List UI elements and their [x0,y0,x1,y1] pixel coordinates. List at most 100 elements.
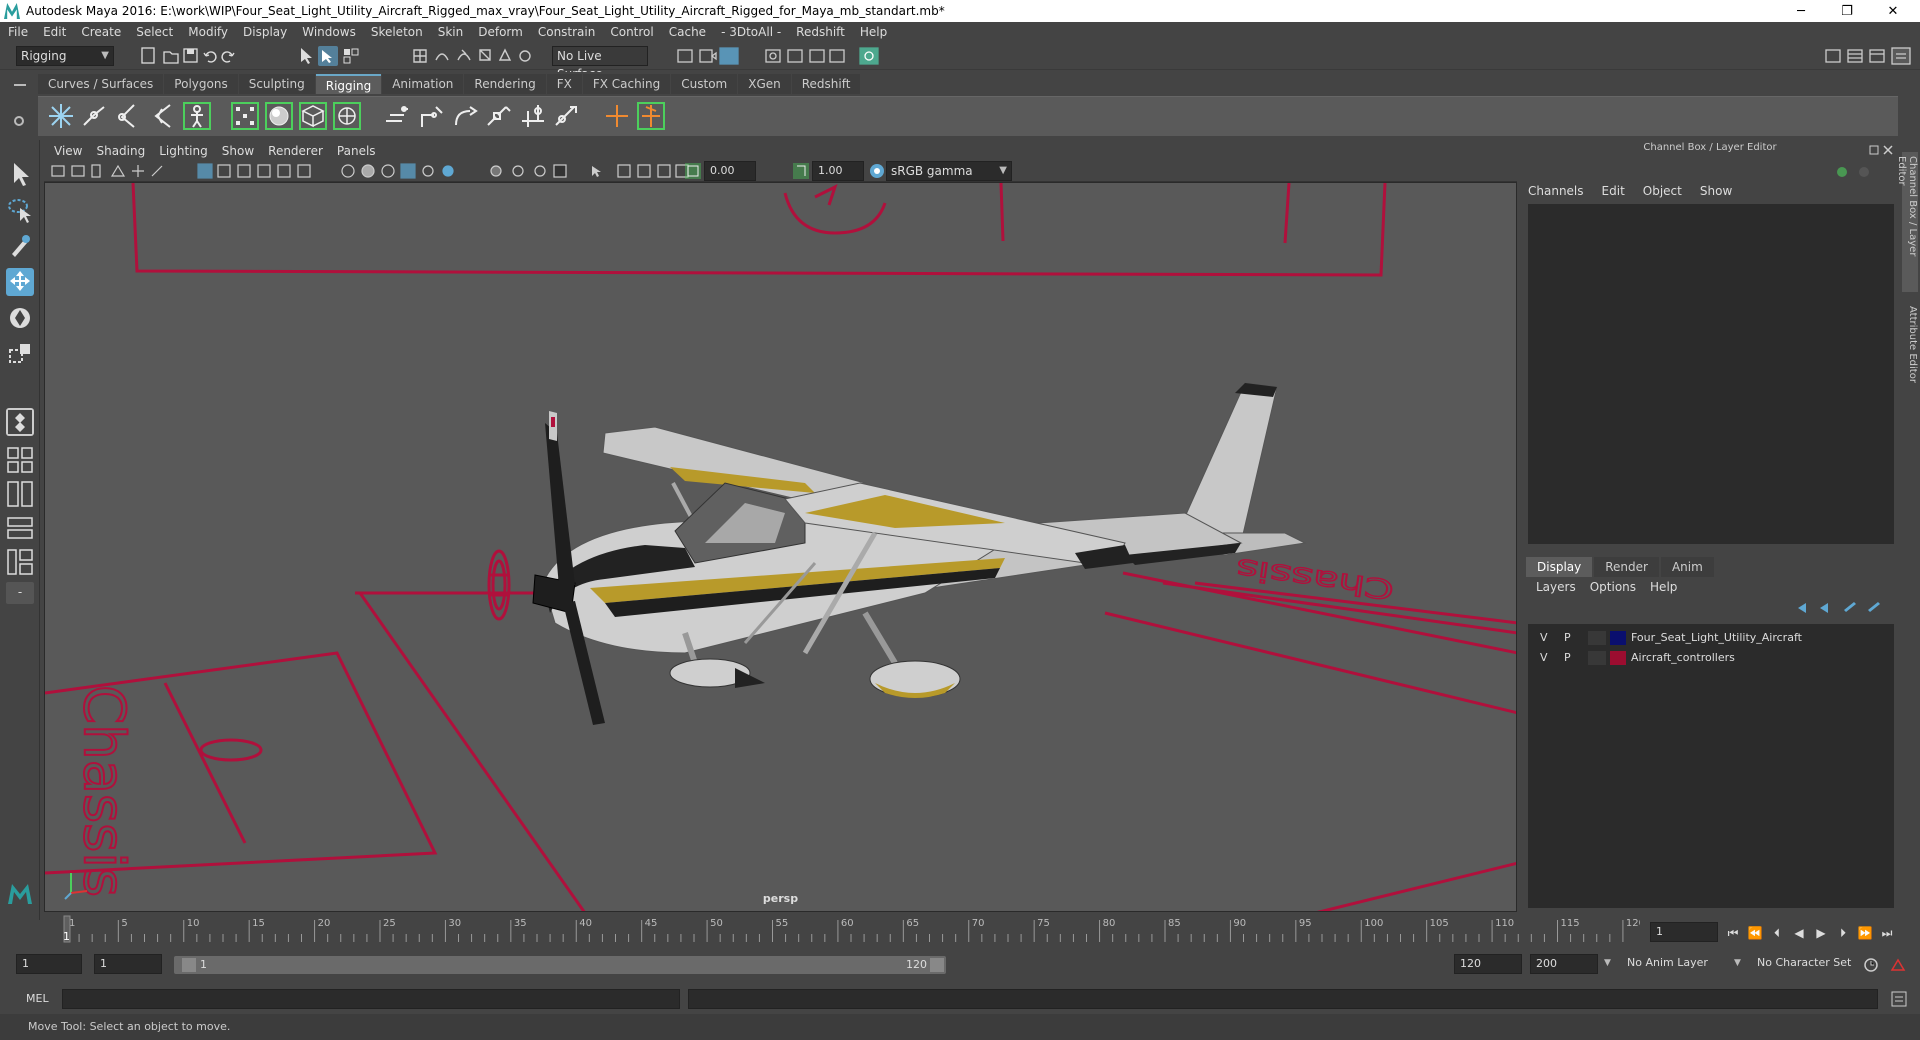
layer-action-icons[interactable] [1796,600,1886,616]
skin-bind-icon[interactable] [230,101,260,131]
snap-icons[interactable] [412,46,542,66]
range-slider[interactable]: 1 120 [174,956,946,974]
panel-menu-lighting[interactable]: Lighting [159,144,208,158]
layer-name[interactable]: Four_Seat_Light_Utility_Aircraft [1631,631,1802,644]
shelf-tab-rigging[interactable]: Rigging [315,74,382,94]
layer-playback-toggle[interactable]: P [1564,631,1571,644]
panel-menu-panels[interactable]: Panels [337,144,376,158]
shelf-settings-icon[interactable] [14,116,24,126]
channel-box-area[interactable] [1528,204,1894,544]
exposure-field[interactable]: 0.00 [704,161,756,181]
panel-toolbar-icons[interactable] [50,162,690,180]
go-to-end-button[interactable]: ⏭ [1878,924,1896,942]
live-surface-field[interactable]: No Live Surface [552,46,648,81]
panel-menu-show[interactable]: Show [222,144,254,158]
layer-visibility-toggle[interactable]: V [1540,631,1548,644]
character-set-dropdown[interactable]: No Character Set [1752,954,1862,974]
current-frame-field[interactable]: 1 [1650,922,1718,942]
shelf-tab-polygons[interactable]: Polygons [164,74,238,94]
layer-row[interactable]: V P Aircraft_controllers [1528,648,1894,668]
range-end-handle[interactable] [930,958,944,972]
menu-deform[interactable]: Deform [478,25,523,39]
menu-skeleton[interactable]: Skeleton [371,25,423,39]
menu-create[interactable]: Create [81,25,121,39]
step-back-key-button[interactable]: ⏪ [1746,924,1764,942]
shelf-tab-fx-caching[interactable]: FX Caching [582,74,671,94]
file-toolbar-icons[interactable] [140,46,260,66]
layer-color-swatch[interactable] [1610,651,1626,665]
menu-skin[interactable]: Skin [438,25,464,39]
script-language-toggle[interactable]: MEL [26,992,49,1005]
step-back-frame-button[interactable]: ⏴ [1768,924,1786,942]
layer-tab-display[interactable]: Display [1526,557,1593,577]
sculpt-deformer-icon[interactable] [518,101,548,131]
exposure-icon[interactable] [684,162,702,180]
graph-layout-icon[interactable] [6,548,34,576]
insert-joint-icon[interactable] [148,101,178,131]
wire-deformer-icon[interactable] [416,101,446,131]
side-tab-channel-box[interactable]: Channel Box / Layer Editor [1896,152,1918,292]
lattice-icon[interactable] [298,101,328,131]
menu-windows[interactable]: Windows [302,25,356,39]
command-input[interactable] [62,989,680,1009]
shelf-tab-rendering[interactable]: Rendering [464,74,546,94]
wrap-deformer-icon[interactable] [450,101,480,131]
channel-box-options-icons[interactable] [1834,164,1884,180]
gamma-field[interactable]: 1.00 [812,161,864,181]
two-pane-layout-icon[interactable] [6,480,34,508]
layer-row[interactable]: V P Four_Seat_Light_Utility_Aircraft [1528,628,1894,648]
panel-menu-shading[interactable]: Shading [96,144,145,158]
layer-display-type[interactable] [1588,631,1606,645]
restore-button[interactable]: ❐ [1824,0,1870,22]
outliner-layout-icon[interactable] [6,514,34,542]
scale-tool-icon[interactable] [6,340,34,368]
paint-weights-icon[interactable] [264,101,294,131]
menu-modify[interactable]: Modify [188,25,228,39]
single-pane-layout-icon[interactable] [6,446,34,474]
shelf-menu-icon[interactable] [14,84,26,86]
script-editor-icon[interactable] [1890,990,1908,1008]
side-tab-attribute-editor[interactable]: Attribute Editor [1902,302,1918,412]
lasso-tool-icon[interactable] [6,196,34,224]
selection-mask-icons[interactable] [298,46,368,66]
panel-float-close-icons[interactable] [1868,144,1896,156]
panel-menu-view[interactable]: View [54,144,82,158]
menu-cache[interactable]: Cache [669,25,706,39]
anim-layer-dropdown[interactable]: No Anim Layer [1622,954,1732,974]
chevron-down-icon[interactable]: ▼ [1604,958,1611,968]
maya-home-icon[interactable] [6,878,34,906]
blendshape-icon[interactable] [382,101,412,131]
menu-redshift[interactable]: Redshift [796,25,845,39]
gamma-icon[interactable] [792,162,810,180]
move-tool-button[interactable] [6,268,34,296]
menu-constrain[interactable]: Constrain [538,25,596,39]
menu-control[interactable]: Control [610,25,653,39]
layer-tab-anim[interactable]: Anim [1660,557,1714,577]
perspective-viewport[interactable]: Chassis Chassis persp [44,182,1517,912]
rotate-tool-icon[interactable] [6,304,34,332]
soft-mod-icon[interactable] [484,101,514,131]
layer-name[interactable]: Aircraft_controllers [1631,651,1735,664]
minimize-button[interactable]: ─ [1778,0,1824,22]
cb-menu-edit[interactable]: Edit [1602,184,1625,202]
shelf-tab-animation[interactable]: Animation [382,74,464,94]
paint-select-tool-icon[interactable] [6,232,34,260]
layer-display-type[interactable] [1588,651,1606,665]
shelf-tab-custom[interactable]: Custom [671,74,738,94]
play-forward-button[interactable]: ▶ [1812,924,1830,942]
shelf-tab-redshift[interactable]: Redshift [791,74,861,94]
menu-display[interactable]: Display [243,25,287,39]
menu-file[interactable]: File [8,25,28,39]
menu-help[interactable]: Help [860,25,887,39]
go-to-start-button[interactable]: ⏮ [1724,924,1742,942]
color-space-dropdown[interactable]: sRGB gamma ▼ [886,161,1012,181]
layer-menu-help[interactable]: Help [1650,580,1677,594]
shelf-tab-curves-surfaces[interactable]: Curves / Surfaces [38,74,164,94]
playback-end-field[interactable]: 120 [1454,954,1522,974]
layer-playback-toggle[interactable]: P [1564,651,1571,664]
step-forward-key-button[interactable]: ⏩ [1856,924,1874,942]
menu-3dtoall[interactable]: - 3DtoAll - [721,25,781,39]
animation-end-field[interactable]: 200 [1530,954,1598,974]
cb-menu-channels[interactable]: Channels [1528,184,1584,202]
render-toolbar-icons[interactable] [676,46,886,66]
